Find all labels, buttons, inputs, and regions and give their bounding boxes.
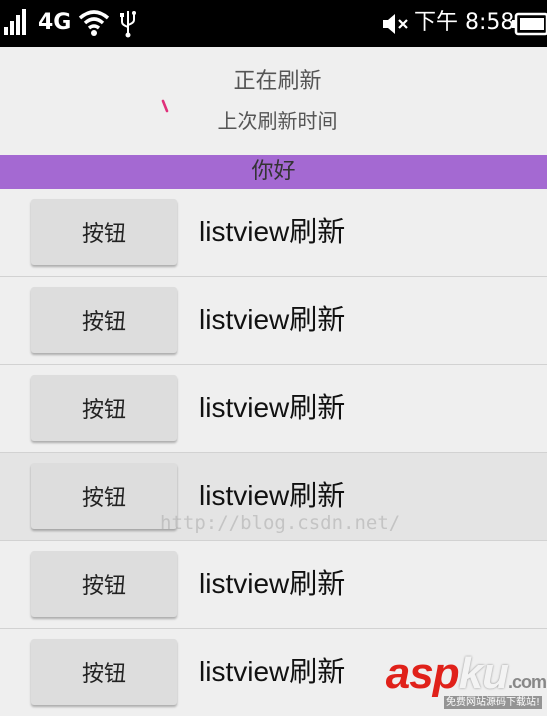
signal-icon	[4, 9, 26, 35]
row-button[interactable]: 按钮	[31, 199, 177, 265]
row-label: listview刷新	[199, 656, 346, 687]
row-button[interactable]: 按钮	[31, 551, 177, 617]
wifi-icon	[78, 10, 110, 36]
refresh-status-text: 正在刷新	[233, 69, 322, 94]
row-label: listview刷新	[199, 480, 346, 511]
status-time: 下午 8:58	[414, 10, 515, 35]
pull-to-refresh-header: 正在刷新 上次刷新时间	[0, 47, 547, 155]
row-label: listview刷新	[199, 568, 346, 599]
row-button[interactable]: 按钮	[31, 375, 177, 441]
battery-icon	[512, 12, 547, 36]
greeting-banner: 你好	[0, 155, 547, 189]
list-item[interactable]: 按钮 listview刷新	[0, 541, 547, 629]
row-button[interactable]: 按钮	[31, 463, 177, 529]
status-bar: 4G 下午 8:58	[0, 0, 547, 47]
list-item[interactable]: 按钮 listview刷新	[0, 277, 547, 365]
list-item[interactable]: 按钮 listview刷新	[0, 365, 547, 453]
usb-icon	[120, 11, 136, 38]
row-label: listview刷新	[199, 392, 346, 423]
listview[interactable]: 按钮 listview刷新 按钮 listview刷新 按钮 listview刷…	[0, 189, 547, 716]
row-label: listview刷新	[199, 304, 346, 335]
row-button[interactable]: 按钮	[31, 287, 177, 353]
mute-icon	[383, 14, 408, 34]
list-item[interactable]: 按钮 listview刷新	[0, 453, 547, 541]
list-item[interactable]: 按钮 listview刷新	[0, 629, 547, 716]
row-label: listview刷新	[199, 216, 346, 247]
network-type: 4G	[38, 10, 72, 35]
last-refresh-time-label: 上次刷新时间	[217, 109, 338, 133]
row-button[interactable]: 按钮	[31, 639, 177, 705]
list-item[interactable]: 按钮 listview刷新	[0, 189, 547, 277]
